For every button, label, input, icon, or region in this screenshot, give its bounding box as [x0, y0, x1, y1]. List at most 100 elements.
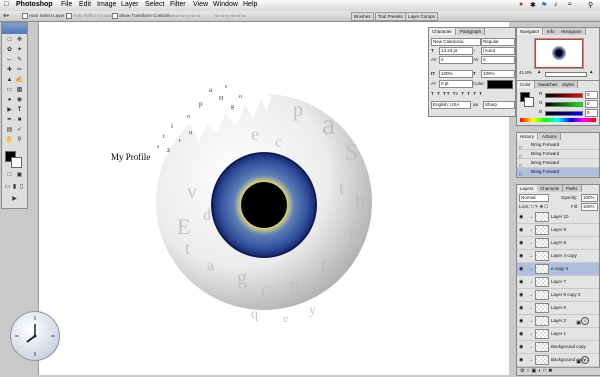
layer-thumbnail[interactable]	[535, 277, 549, 287]
visibility-eye-icon[interactable]: ◉	[519, 240, 525, 246]
visibility-eye-icon[interactable]: ◉	[519, 214, 525, 220]
menu-select[interactable]: Select	[145, 1, 164, 8]
layer-thumbnail[interactable]	[535, 251, 549, 261]
magic-wand-tool-icon[interactable]: ✦	[15, 46, 24, 55]
layer-thumbnail[interactable]	[535, 264, 549, 274]
standard-mode-icon[interactable]: □	[5, 171, 14, 180]
zoom-level[interactable]: 41.8%	[519, 70, 532, 75]
layer-row[interactable]: ◉ → Background copy 2 ▣ f	[517, 354, 599, 367]
layer-name[interactable]: Layer 10	[551, 211, 569, 223]
link-icon[interactable]: →	[528, 289, 533, 301]
green-slider[interactable]	[545, 102, 583, 107]
eraser-tool-icon[interactable]: ▭	[5, 86, 14, 95]
path-selection-tool-icon[interactable]: ▶	[5, 106, 14, 115]
link-icon[interactable]: →	[528, 211, 533, 223]
layer-name[interactable]: Layer 7	[551, 276, 566, 288]
tab-history[interactable]: History	[517, 133, 539, 140]
opacity-field[interactable]: 100%	[581, 194, 598, 202]
link-icon[interactable]: →	[528, 276, 533, 288]
visibility-eye-icon[interactable]: ◉	[519, 344, 525, 350]
layer-row[interactable]: ◉ → Layer 1	[517, 328, 599, 341]
layer-name[interactable]: Layer 4 copy	[551, 250, 577, 262]
layer-row[interactable]: ◉ → e copy 4	[517, 263, 599, 276]
tab-actions[interactable]: Actions	[539, 133, 561, 140]
link-icon[interactable]: →	[528, 328, 533, 340]
text-color-swatch[interactable]	[487, 80, 513, 89]
blur-tool-icon[interactable]: ●	[5, 96, 14, 105]
align-buttons[interactable]: ▭▭▭▭▭▭	[170, 13, 202, 19]
red-slider[interactable]	[545, 93, 583, 98]
layer-thumbnail[interactable]	[535, 342, 549, 352]
brush-tool-icon[interactable]: ✏	[15, 66, 24, 75]
screen-mode-full-icon[interactable]: ▯	[17, 183, 26, 192]
layer-name[interactable]: Layer 6	[551, 302, 566, 314]
link-icon[interactable]: →	[528, 250, 533, 262]
dodge-tool-icon[interactable]: ◉	[15, 96, 24, 105]
fill-field[interactable]: 100%	[581, 203, 598, 211]
layer-name[interactable]: Layer 8	[551, 237, 566, 249]
layer-name[interactable]: Layer 9	[551, 224, 566, 236]
link-icon[interactable]: →	[528, 354, 533, 366]
visibility-eye-icon[interactable]: ◉	[519, 305, 525, 311]
flag-icon[interactable]: ⚑	[541, 1, 547, 9]
healing-brush-tool-icon[interactable]: ✚	[5, 66, 14, 75]
background-color[interactable]	[524, 97, 534, 107]
layer-name[interactable]: Layer 1	[551, 328, 566, 340]
history-item[interactable]: □ Bring Forward	[517, 141, 599, 150]
tab-histogram[interactable]: Histogram	[558, 28, 586, 35]
gradient-tool-icon[interactable]: ▩	[15, 86, 24, 95]
tab-color[interactable]: Color	[517, 81, 535, 88]
layer-thumbnail[interactable]	[535, 212, 549, 222]
tab-styles[interactable]: Styles	[559, 81, 579, 88]
leading-field[interactable]: (Auto)	[481, 47, 515, 55]
language-select[interactable]: English: USA	[431, 101, 471, 109]
layer-thumbnail[interactable]	[535, 355, 549, 365]
text-style-buttons[interactable]: T T TT Tr T T T T	[431, 91, 483, 96]
menu-edit[interactable]: Edit	[79, 1, 91, 8]
layer-thumbnail[interactable]	[535, 329, 549, 339]
tab-swatches[interactable]: Swatches	[535, 81, 562, 88]
lock-buttons[interactable]: □✎✥☐	[531, 204, 549, 210]
menu-view[interactable]: View	[193, 1, 208, 8]
zoom-tool-icon[interactable]: ⚲	[15, 136, 24, 145]
tab-paragraph[interactable]: Paragraph	[457, 28, 486, 35]
layer-row[interactable]: ◉ → Layer 6	[517, 302, 599, 315]
blend-mode-select[interactable]: Normal	[519, 194, 549, 202]
antialias-select[interactable]: Sharp	[483, 101, 515, 109]
crop-tool-icon[interactable]: ⌙	[5, 56, 14, 65]
link-icon[interactable]: →	[528, 237, 533, 249]
distribute-buttons[interactable]: ▭▭▭▭▭▭	[215, 13, 247, 19]
layer-row[interactable]: ◉ → Layer 7	[517, 276, 599, 289]
visibility-eye-icon[interactable]: ◉	[519, 331, 525, 337]
quick-mask-mode-icon[interactable]: ▣	[15, 171, 24, 180]
auto-select-layer-checkbox[interactable]: Auto Select Layer	[22, 13, 65, 19]
tab-layers[interactable]: Layers	[517, 185, 538, 192]
apple-menu-icon[interactable]: 	[4, 1, 9, 8]
clock-widget[interactable]	[10, 311, 60, 361]
view-box[interactable]	[535, 39, 583, 68]
palette-well-brushes[interactable]: Brushes	[351, 12, 374, 21]
tab-info[interactable]: Info	[544, 28, 559, 35]
marquee-tool-icon[interactable]: □	[5, 36, 14, 45]
link-icon[interactable]: →	[528, 263, 533, 275]
baseline-shift-field[interactable]: 0 pt	[439, 80, 473, 88]
background-color-swatch[interactable]	[11, 157, 22, 168]
visibility-eye-icon[interactable]: ◉	[519, 318, 525, 324]
palette-well-tool-presets[interactable]: Tool Presets	[375, 12, 406, 21]
visibility-eye-icon[interactable]: ◉	[519, 253, 525, 259]
blue-slider[interactable]	[545, 111, 583, 116]
app-menu[interactable]: Photoshop	[16, 1, 53, 8]
layer-row[interactable]: ◉ → Layer 2 ▣ f	[517, 315, 599, 328]
layer-row[interactable]: ◉ → Layer 10	[517, 211, 599, 224]
layer-row[interactable]: ◉ → Background copy	[517, 341, 599, 354]
horizontal-scale-field[interactable]: 100%	[481, 70, 515, 78]
history-item-selected[interactable]: □ Bring Forward	[517, 168, 599, 177]
layer-row[interactable]: ◉ → Layer 8	[517, 237, 599, 250]
zoom-slider[interactable]	[545, 72, 587, 77]
visibility-eye-icon[interactable]: ◉	[519, 357, 525, 363]
tab-navigator[interactable]: Navigator	[517, 28, 544, 35]
visibility-eye-icon[interactable]: ◉	[519, 292, 525, 298]
font-size-field[interactable]: 13.23 pt	[439, 47, 473, 55]
menu-window[interactable]: Window	[213, 1, 238, 8]
slice-tool-icon[interactable]: ✎	[15, 56, 24, 65]
